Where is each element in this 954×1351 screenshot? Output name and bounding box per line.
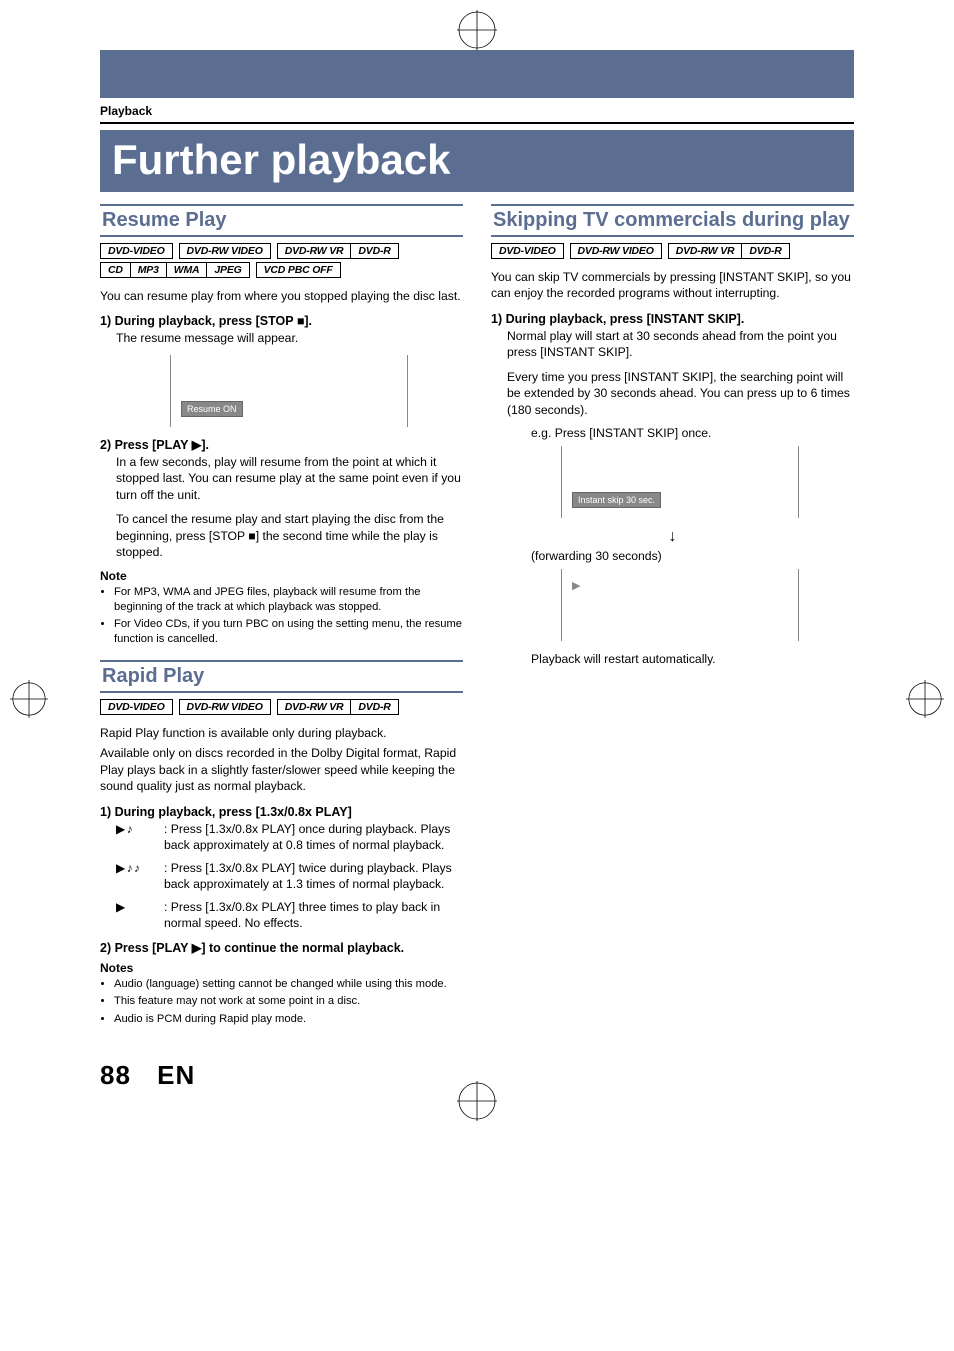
rapid-row-1-text: : Press [1.3x/0.8x PLAY] once during pla… [164,821,463,854]
resume-step1-title: 1) During playback, press [STOP ■]. [100,314,463,328]
rapid-format-tags: DVD-VIDEO DVD-RW VIDEO DVD-RW VR DVD-R [100,699,463,715]
arrow-down-icon: ↓ [491,528,854,546]
tag-dvd-rw-video: DVD-RW VIDEO [179,699,271,715]
resume-step2-sub-b: To cancel the resume play and start play… [116,511,463,560]
skip-outro: Playback will restart automatically. [531,651,854,667]
resume-intro: You can resume play from where you stopp… [100,288,463,304]
tag-dvd-video: DVD-VIDEO [100,699,173,715]
skip-step1-title: 1) During playback, press [INSTANT SKIP]… [491,312,854,326]
skip-step1-sub-b: Every time you press [INSTANT SKIP], the… [507,369,854,418]
skip-osd-box-2: ▶ [561,569,799,641]
rapid-intro-b: Available only on discs recorded in the … [100,745,463,794]
rapid-step1-title: 1) During playback, press [1.3x/0.8x PLA… [100,805,463,819]
section-resume-title: Resume Play [100,204,463,237]
rapid-row-3: ▶ : Press [1.3x/0.8x PLAY] three times t… [116,899,463,932]
play-normal-icon: ▶ [116,899,164,932]
resume-step2-title: 2) Press [PLAY ▶]. [100,437,463,452]
header-accent [100,50,854,98]
play-fast-icon: ▶ ♪ ♪ [116,860,164,893]
page-number: 88 [100,1060,131,1090]
skip-osd-chip: Instant skip 30 sec. [572,492,661,508]
tag-dvd-r: DVD-R [351,243,398,259]
tag-dvd-video: DVD-VIDEO [491,243,564,259]
skip-intro: You can skip TV commercials by pressing … [491,269,854,302]
skip-step1-sub-a: Normal play will start at 30 seconds ahe… [507,328,854,361]
resume-notes-list: For MP3, WMA and JPEG files, playback wi… [100,585,463,647]
rapid-row-2-text: : Press [1.3x/0.8x PLAY] twice during pl… [164,860,463,893]
skip-forward-label: (forwarding 30 seconds) [531,549,854,563]
resume-osd-chip: Resume ON [181,401,243,417]
tag-jpeg: JPEG [207,262,249,278]
section-rapid-title: Rapid Play [100,660,463,693]
resume-step2-sub-a: In a few seconds, play will resume from … [116,454,463,503]
tag-dvd-rw-video: DVD-RW VIDEO [570,243,662,259]
resume-format-tags: DVD-VIDEO DVD-RW VIDEO DVD-RW VR DVD-R C… [100,243,463,278]
skip-osd-box-1: Instant skip 30 sec. [561,446,799,518]
rapid-step2-title: 2) Press [PLAY ▶] to continue the normal… [100,940,463,955]
crop-mark-top [457,10,497,50]
rapid-row-1: ▶ ♪ : Press [1.3x/0.8x PLAY] once during… [116,821,463,854]
skip-format-tags: DVD-VIDEO DVD-RW VIDEO DVD-RW VR DVD-R [491,243,854,259]
crop-mark-bottom [457,1081,497,1121]
tag-dvd-r: DVD-R [351,699,398,715]
section-skip-title: Skipping TV commercials during play [491,204,854,237]
tag-dvd-rw-vr: DVD-RW VR [668,243,743,259]
resume-step1-sub: The resume message will appear. [116,330,463,346]
crop-mark-left [10,680,48,718]
skip-eg-label: e.g. Press [INSTANT SKIP] once. [531,426,854,440]
resume-note-2: For Video CDs, if you turn PBC on using … [114,617,463,647]
rapid-row-2: ▶ ♪ ♪ : Press [1.3x/0.8x PLAY] twice dur… [116,860,463,893]
play-slow-icon: ▶ ♪ [116,821,164,854]
page-title: Further playback [100,130,854,192]
resume-osd-box: Resume ON [170,355,408,427]
play-icon: ▶ [572,579,580,592]
tag-dvd-r: DVD-R [742,243,789,259]
rapid-note-3: Audio is PCM during Rapid play mode. [114,1012,463,1027]
tag-dvd-rw-vr: DVD-RW VR [277,243,352,259]
page-lang: EN [157,1060,195,1090]
rapid-note-1: Audio (language) setting cannot be chang… [114,977,463,992]
tag-vcd-pbc-off: VCD PBC OFF [256,262,341,278]
rapid-row-3-text: : Press [1.3x/0.8x PLAY] three times to … [164,899,463,932]
resume-note-1: For MP3, WMA and JPEG files, playback wi… [114,585,463,615]
rapid-notes-heading: Notes [100,961,463,975]
tag-cd: CD [100,262,131,278]
tag-dvd-video: DVD-VIDEO [100,243,173,259]
breadcrumb: Playback [100,104,152,118]
crop-mark-right [906,680,944,718]
resume-note-heading: Note [100,569,463,583]
tag-dvd-rw-vr: DVD-RW VR [277,699,352,715]
rapid-notes-list: Audio (language) setting cannot be chang… [100,977,463,1027]
tag-mp3: MP3 [131,262,167,278]
tag-wma: WMA [167,262,208,278]
rapid-note-2: This feature may not work at some point … [114,994,463,1009]
rapid-intro-a: Rapid Play function is available only du… [100,725,463,741]
tag-dvd-rw-video: DVD-RW VIDEO [179,243,271,259]
